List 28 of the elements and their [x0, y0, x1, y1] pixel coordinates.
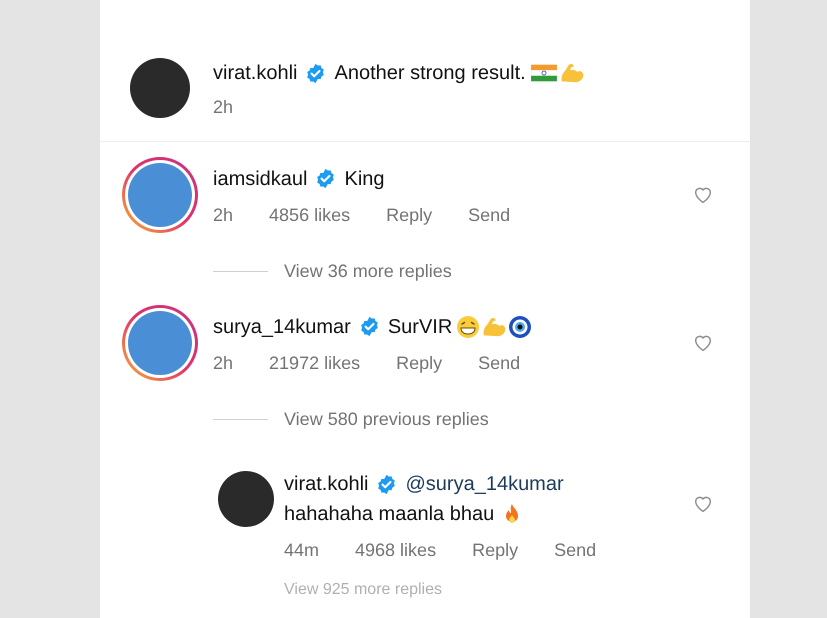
view-replies-link[interactable]: View 580 previous replies	[284, 406, 489, 433]
profile-photo-placeholder	[128, 163, 192, 227]
profile-photo-placeholder	[128, 311, 192, 375]
username[interactable]: virat.kohli	[213, 60, 298, 86]
likes-count[interactable]: 21972 likes	[269, 350, 360, 376]
comment-text: Another strong result.	[334, 61, 526, 86]
grinning-face-icon	[456, 314, 480, 338]
timestamp: 2h	[213, 204, 234, 226]
send-button[interactable]: Send	[554, 537, 596, 564]
likes-count[interactable]: 4968 likes	[355, 537, 436, 564]
timestamp: 44m	[284, 539, 320, 562]
comment-text: King	[344, 166, 385, 192]
reply-button[interactable]: Reply	[386, 202, 432, 228]
username[interactable]: iamsidkaul	[213, 166, 308, 192]
comment-text: SurVIR	[388, 314, 452, 340]
nazar-amulet-icon	[508, 314, 532, 338]
timestamp: 2h	[213, 352, 234, 374]
username[interactable]: virat.kohli	[284, 471, 368, 497]
timestamp: 2h	[213, 96, 234, 119]
reply-button[interactable]: Reply	[396, 350, 442, 376]
send-button[interactable]: Send	[468, 202, 510, 228]
likes-count[interactable]: 4856 likes	[269, 202, 350, 228]
reply-button[interactable]: Reply	[472, 537, 518, 564]
mention-link[interactable]: @surya_14kumar	[405, 471, 564, 497]
comment-text: hahahaha maanla bhau	[284, 502, 494, 527]
view-replies-link[interactable]: View 36 more replies	[284, 258, 452, 285]
username[interactable]: surya_14kumar	[213, 314, 351, 340]
send-button[interactable]: Send	[478, 350, 520, 376]
